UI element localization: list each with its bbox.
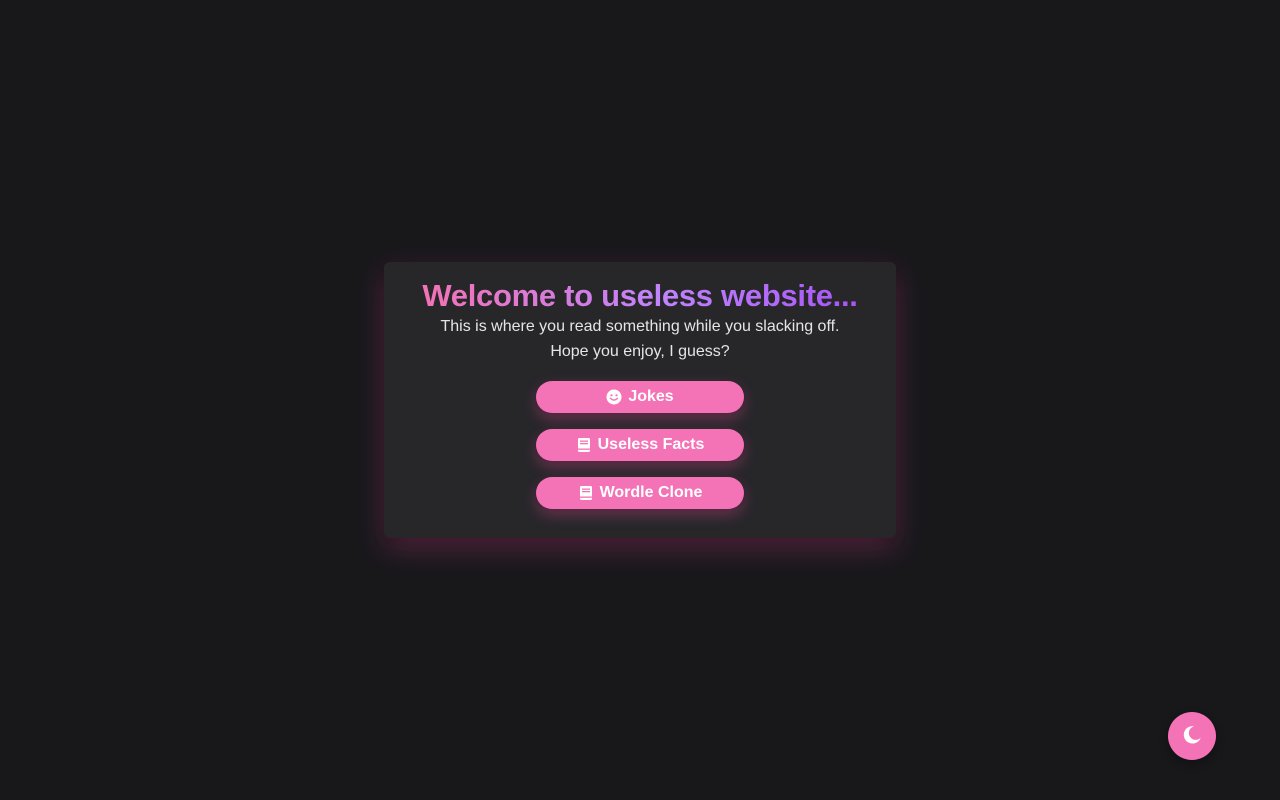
welcome-card: Welcome to useless website... This is wh… — [384, 262, 896, 538]
menu-buttons: Jokes Useless Facts Wordle Clone — [536, 381, 744, 509]
jokes-button[interactable]: Jokes — [536, 381, 744, 413]
moon-icon — [1181, 724, 1203, 749]
wordle-clone-button[interactable]: Wordle Clone — [536, 477, 744, 509]
useless-facts-button[interactable]: Useless Facts — [536, 429, 744, 461]
wordle-clone-button-label: Wordle Clone — [599, 484, 703, 501]
subtitle-line-2: Hope you enjoy, I guess? — [550, 343, 730, 360]
book-icon — [578, 485, 594, 501]
jokes-button-label: Jokes — [628, 388, 674, 405]
subtitle-line-1: This is where you read something while y… — [440, 318, 840, 335]
book-icon — [576, 437, 592, 453]
smiley-icon — [606, 389, 622, 405]
useless-facts-button-label: Useless Facts — [597, 436, 705, 453]
page-title: Welcome to useless website... — [422, 278, 858, 313]
page: Welcome to useless website... This is wh… — [0, 0, 1280, 800]
theme-toggle-button[interactable] — [1168, 712, 1216, 760]
